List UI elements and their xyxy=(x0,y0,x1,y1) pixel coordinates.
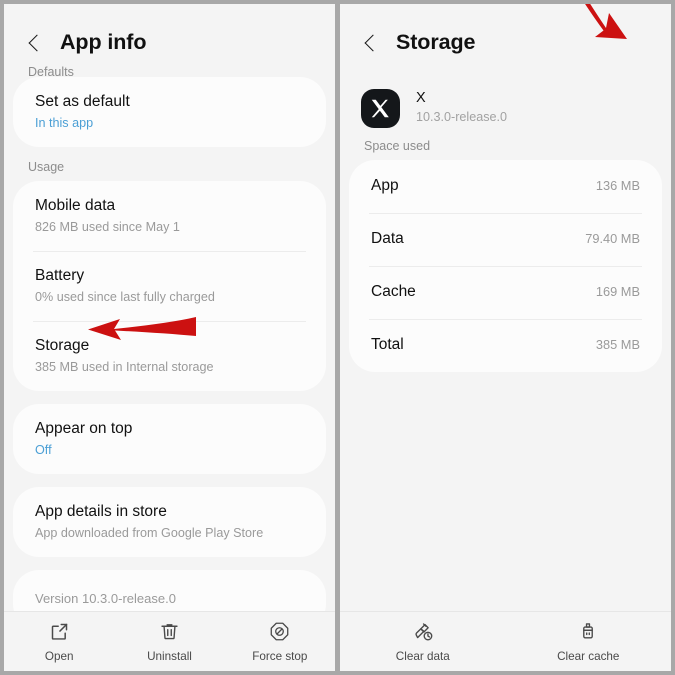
storage-row-app: App 136 MB xyxy=(349,160,662,213)
page-title: Storage xyxy=(396,30,476,54)
row-set-as-default[interactable]: Set as default In this app xyxy=(13,77,326,147)
section-label-space-used: Space used xyxy=(364,139,431,153)
row-title: App details in store xyxy=(35,503,167,520)
row-mobile-data[interactable]: Mobile data 826 MB used since May 1 xyxy=(13,181,326,251)
row-title: Battery xyxy=(35,267,85,284)
row-subtitle: App downloaded from Google Play Store xyxy=(35,526,264,540)
storage-header: Storage xyxy=(340,4,671,69)
screenshot-root: App info Defaults Set as default In this… xyxy=(0,0,675,675)
force-stop-icon xyxy=(269,621,290,643)
row-title: Storage xyxy=(35,337,90,354)
app-version: 10.3.0-release.0 xyxy=(416,109,508,124)
row-subtitle: Off xyxy=(35,443,52,457)
trash-icon xyxy=(159,621,180,643)
bottom-bar-label: Clear data xyxy=(395,649,450,663)
storage-row-label: Total xyxy=(371,336,404,353)
row-subtitle: In this app xyxy=(35,116,94,130)
uninstall-button[interactable]: Uninstall xyxy=(114,612,224,671)
section-label-defaults: Defaults xyxy=(28,65,74,77)
storage-row-total: Total 385 MB xyxy=(349,319,662,372)
row-subtitle: 0% used since last fully charged xyxy=(35,290,215,304)
chevron-left-icon[interactable] xyxy=(362,34,379,51)
storage-row-cache: Cache 169 MB xyxy=(349,266,662,319)
section-label-usage: Usage xyxy=(28,160,65,174)
row-storage[interactable]: Storage 385 MB used in Internal storage xyxy=(13,321,326,391)
bottom-bar-label: Clear cache xyxy=(557,649,620,663)
app-info-scroll-area[interactable]: App info Defaults Set as default In this… xyxy=(4,4,335,611)
bottom-bar-label: Open xyxy=(44,649,74,663)
app-name: X xyxy=(416,89,426,106)
storage-row-value: 169 MB xyxy=(595,284,640,299)
open-button[interactable]: Open xyxy=(4,612,114,671)
storage-panel: Storage X 10.3.0-release.0 Space used Ap… xyxy=(340,4,671,671)
row-title: Appear on top xyxy=(35,420,133,437)
storage-row-value: 385 MB xyxy=(595,337,640,352)
storage-row-label: Cache xyxy=(371,283,416,300)
app-info-header: App info xyxy=(4,4,335,69)
clear-data-button[interactable]: Clear data xyxy=(340,612,506,671)
storage-row-data: Data 79.40 MB xyxy=(349,213,662,266)
row-subtitle: 385 MB used in Internal storage xyxy=(35,360,214,374)
clear-cache-icon xyxy=(577,621,599,643)
clear-data-icon xyxy=(412,621,434,643)
app-identity-text: X 10.3.0-release.0 xyxy=(416,89,507,128)
row-title: Mobile data xyxy=(35,197,116,214)
storage-bottom-bar: Clear data Clear cache xyxy=(340,611,671,671)
storage-row-label: App xyxy=(371,177,399,194)
storage-row-label: Data xyxy=(371,230,404,247)
row-appear-on-top[interactable]: Appear on top Off xyxy=(13,404,326,474)
app-info-bottom-bar: Open Uninstall Force stop xyxy=(4,611,335,671)
row-subtitle: 826 MB used since May 1 xyxy=(35,220,180,234)
app-info-panel: App info Defaults Set as default In this… xyxy=(4,4,335,671)
app-identity: X 10.3.0-release.0 xyxy=(340,69,671,139)
row-title: Set as default xyxy=(35,93,130,110)
storage-row-value: 136 MB xyxy=(595,178,640,193)
storage-row-value: 79.40 MB xyxy=(585,231,640,246)
chevron-left-icon[interactable] xyxy=(26,34,43,51)
open-external-icon xyxy=(49,621,70,643)
space-used-card: App 136 MB Data 79.40 MB Cache 169 MB To… xyxy=(349,160,662,372)
defaults-card: Set as default In this app xyxy=(13,77,326,147)
storage-scroll-area[interactable]: Storage X 10.3.0-release.0 Space used Ap… xyxy=(340,4,671,611)
page-title: App info xyxy=(60,30,147,54)
usage-card: Mobile data 826 MB used since May 1 Batt… xyxy=(13,181,326,391)
app-details-card: App details in store App downloaded from… xyxy=(13,487,326,557)
appear-on-top-card: Appear on top Off xyxy=(13,404,326,474)
row-app-details-in-store[interactable]: App details in store App downloaded from… xyxy=(13,487,326,557)
force-stop-button[interactable]: Force stop xyxy=(225,612,335,671)
row-battery[interactable]: Battery 0% used since last fully charged xyxy=(13,251,326,321)
clear-cache-button[interactable]: Clear cache xyxy=(506,612,672,671)
version-text: Version 10.3.0-release.0 xyxy=(35,591,176,606)
version-card: Version 10.3.0-release.0 xyxy=(13,570,326,611)
bottom-bar-label: Force stop xyxy=(252,649,308,663)
x-app-icon xyxy=(361,88,400,128)
bottom-bar-label: Uninstall xyxy=(147,649,192,663)
